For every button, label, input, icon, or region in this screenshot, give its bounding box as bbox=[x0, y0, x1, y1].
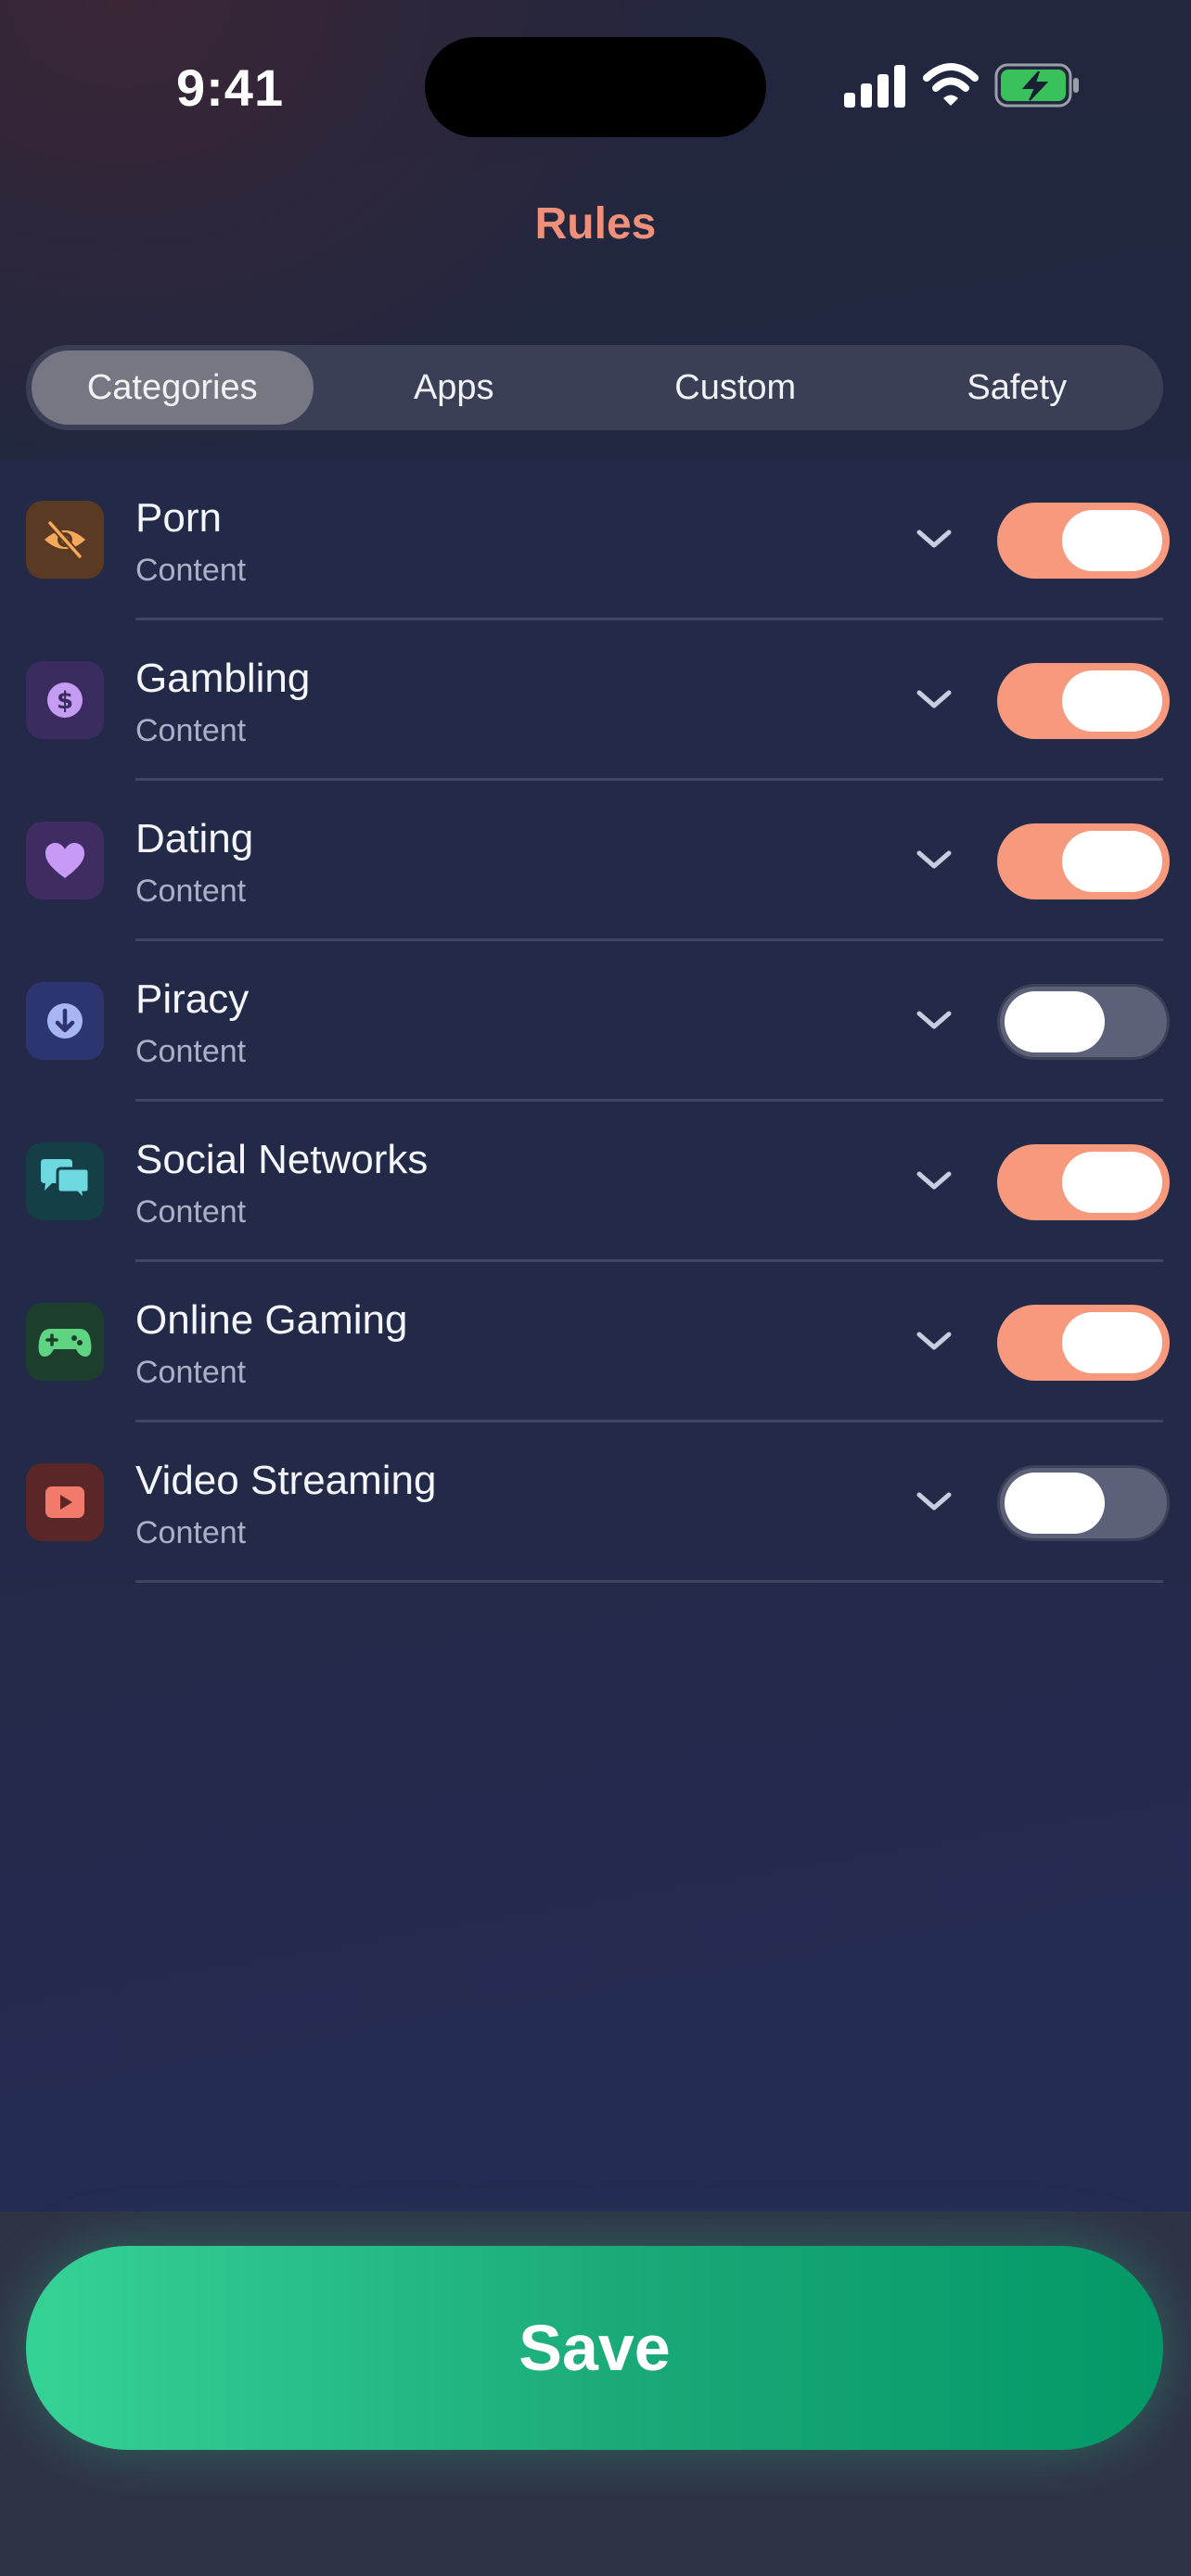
rule-toggle-porn[interactable] bbox=[997, 503, 1170, 579]
chevron-down-icon[interactable] bbox=[914, 1487, 954, 1515]
rule-toggle-social-networks[interactable] bbox=[997, 1144, 1170, 1220]
rule-name: Video Streaming bbox=[135, 1458, 437, 1503]
play-video-icon bbox=[26, 1463, 104, 1541]
rule-row-porn[interactable]: Porn Content bbox=[0, 460, 1191, 620]
toggle-knob bbox=[1062, 1152, 1162, 1213]
dollar-coin-icon: $ bbox=[26, 661, 104, 739]
cellular-signal-icon bbox=[844, 65, 905, 108]
rule-subtitle: Content bbox=[135, 874, 247, 909]
status-bar: 9:41 bbox=[0, 0, 1191, 176]
rule-row-piracy[interactable]: Piracy Content bbox=[0, 941, 1191, 1102]
rule-row-dating[interactable]: Dating Content bbox=[0, 781, 1191, 941]
rule-subtitle: Content bbox=[135, 1194, 247, 1230]
chevron-down-icon[interactable] bbox=[914, 846, 954, 874]
rule-toggle-piracy[interactable] bbox=[997, 984, 1170, 1060]
tab-safety[interactable]: Safety bbox=[877, 351, 1159, 425]
rule-subtitle: Content bbox=[135, 1355, 247, 1390]
toggle-knob bbox=[1062, 831, 1162, 892]
rules-tab-bar: Categories Apps Custom Safety bbox=[26, 345, 1163, 430]
category-rules-list: Porn Content $ Gambling Content Dating C… bbox=[0, 460, 1191, 1584]
rule-toggle-video-streaming[interactable] bbox=[997, 1465, 1170, 1541]
rule-row-social-networks[interactable]: Social Networks Content bbox=[0, 1102, 1191, 1262]
toggle-knob bbox=[1062, 1312, 1162, 1373]
rule-toggle-dating[interactable] bbox=[997, 823, 1170, 899]
rule-row-online-gaming[interactable]: Online Gaming Content bbox=[0, 1262, 1191, 1422]
chevron-down-icon[interactable] bbox=[914, 1167, 954, 1194]
tab-categories[interactable]: Categories bbox=[32, 351, 314, 425]
eye-off-icon bbox=[26, 501, 104, 579]
rule-toggle-online-gaming[interactable] bbox=[997, 1305, 1170, 1381]
heart-icon bbox=[26, 822, 104, 899]
status-time: 9:41 bbox=[176, 58, 285, 117]
gamepad-icon bbox=[26, 1303, 104, 1381]
toggle-knob bbox=[1005, 1473, 1105, 1534]
rule-subtitle: Content bbox=[135, 1034, 247, 1069]
rule-name: Porn bbox=[135, 495, 222, 541]
page-title: Rules bbox=[534, 199, 657, 249]
rule-subtitle: Content bbox=[135, 1515, 247, 1550]
tab-apps[interactable]: Apps bbox=[314, 351, 596, 425]
wifi-icon bbox=[923, 63, 979, 106]
row-divider bbox=[135, 1580, 1163, 1583]
toggle-knob bbox=[1005, 991, 1105, 1052]
download-circle-icon bbox=[26, 982, 104, 1060]
battery-charging-icon bbox=[994, 63, 1079, 108]
rule-toggle-gambling[interactable] bbox=[997, 663, 1170, 739]
chevron-down-icon[interactable] bbox=[914, 525, 954, 553]
chevron-down-icon[interactable] bbox=[914, 685, 954, 713]
chevron-down-icon[interactable] bbox=[914, 1327, 954, 1355]
rule-row-video-streaming[interactable]: Video Streaming Content bbox=[0, 1422, 1191, 1583]
bottom-action-bar: Save bbox=[0, 2212, 1191, 2576]
svg-text:$: $ bbox=[57, 687, 73, 715]
dynamic-island bbox=[425, 37, 766, 137]
toggle-knob bbox=[1062, 510, 1162, 571]
rule-name: Dating bbox=[135, 816, 254, 861]
rule-row-gambling[interactable]: $ Gambling Content bbox=[0, 620, 1191, 781]
toggle-knob bbox=[1062, 670, 1162, 732]
chat-bubbles-icon bbox=[26, 1142, 104, 1220]
chevron-down-icon[interactable] bbox=[914, 1006, 954, 1034]
rule-subtitle: Content bbox=[135, 713, 247, 748]
rule-name: Gambling bbox=[135, 656, 311, 701]
save-button[interactable]: Save bbox=[26, 2246, 1163, 2450]
rule-name: Online Gaming bbox=[135, 1297, 408, 1343]
tab-custom[interactable]: Custom bbox=[595, 351, 877, 425]
rule-name: Piracy bbox=[135, 976, 250, 1022]
rule-name: Social Networks bbox=[135, 1137, 429, 1182]
rule-subtitle: Content bbox=[135, 553, 247, 588]
